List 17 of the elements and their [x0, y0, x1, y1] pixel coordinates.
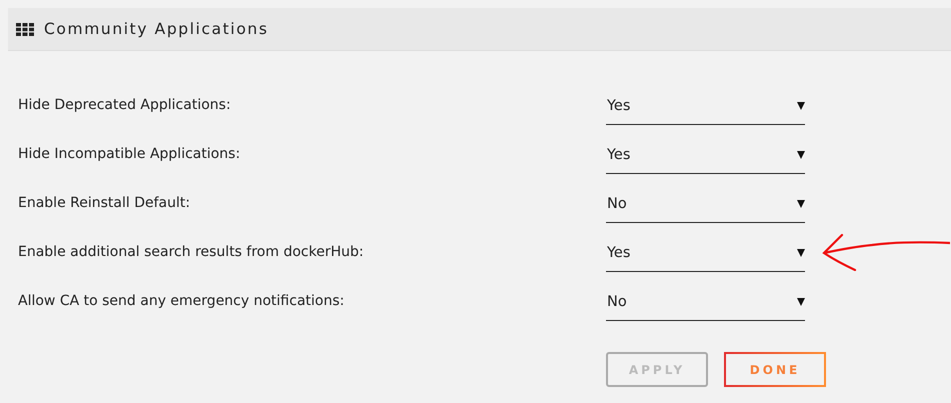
dropdown[interactable]: Yes: [606, 138, 805, 174]
setting-label: Enable Reinstall Default:: [17, 194, 192, 210]
setting-label: Allow CA to send any emergency notifications:: [17, 292, 346, 308]
dropdown[interactable]: No: [606, 284, 805, 320]
dropdown[interactable]: Yes: [606, 236, 805, 272]
caret-icon: [797, 200, 805, 208]
caret-icon: [797, 102, 805, 110]
dropdown[interactable]: Yes: [606, 88, 805, 124]
panel-title: Community Applications: [44, 20, 269, 38]
setting-label: Hide Deprecated Applications:: [17, 96, 232, 112]
caret-icon: [797, 298, 805, 306]
setting-label: Enable additional search results from dockerHub:: [17, 244, 365, 260]
dropdown[interactable]: No: [606, 186, 805, 222]
setting-label: Hide Incompatible Applications:: [17, 146, 242, 162]
caret-icon: [797, 151, 805, 159]
grid-icon: [16, 22, 34, 36]
caret-icon: [797, 249, 805, 257]
